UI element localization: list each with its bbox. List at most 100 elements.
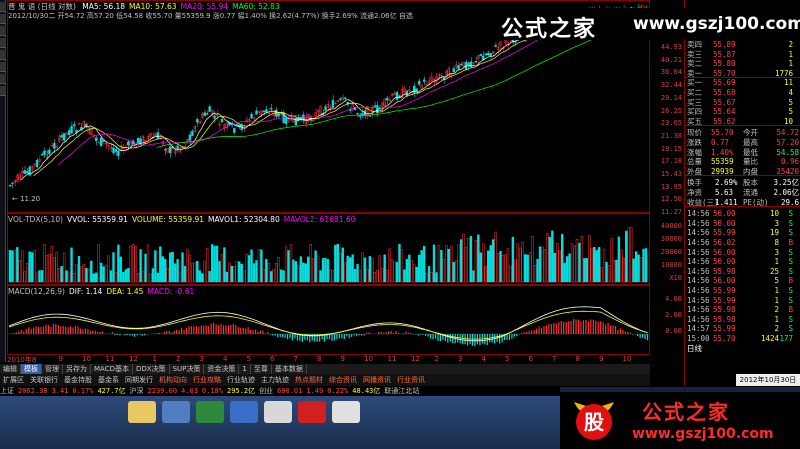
volume-panel[interactable]: VOL-TDX(5,10) VVOL: 55359.91 VOLUME: 55359… [7,213,650,285]
tick-price: 56.00 [713,276,736,286]
indicator-label: VOLUME: 55359.91 [131,215,205,224]
stat-value: 54.58 [776,147,799,157]
tick-row: 14:56 56.00 10 S [685,209,800,218]
ask-volume: 2 [788,40,793,49]
quote-panel: 卖四 55.89 2 卖三 55.87 1 卖二 55.80 1 卖一 55.70 1776 买一 55.… [684,0,800,386]
tick-row: 14:56 55.98 2 B [685,305,800,314]
chart-area[interactable]: 晋 鬼 语 (日线 对数) MA5: 56.18 MA10: 57.63 MA20:… [7,0,650,362]
info-tab-item[interactable]: 综合资讯 [326,374,360,386]
tick-row: 14:57 55.99 2 S [685,324,800,333]
ma-label: MA20: 55.94 [180,2,229,11]
info-tab-item[interactable]: 热点题材 [292,374,326,386]
tick-price: 55.98 [713,266,736,276]
tick-row: 15:00 55.70 1424 177 [685,334,800,343]
axis-tick-label: 29.14 [660,93,682,102]
macd-panel[interactable]: MACD(12,26,9) DIF: 1.14 DEA: 1.45 MACD: -0.… [7,285,650,355]
indicator-label: MAVOL2: 61681.60 [283,215,356,224]
watermark-brand: 公式之家 [501,17,598,42]
tick-time: 14:56 [687,276,710,286]
tick-time: 14:56 [687,314,710,324]
info-tab-item[interactable]: 行业轨迹 [224,374,258,386]
shield-icon[interactable] [230,401,258,423]
tick-volume: 5 [774,276,779,286]
ticker-item: 48.43亿 [352,387,381,395]
taskbar-icons [0,396,560,449]
extra-label: 流通 [743,188,758,197]
indicator-label: MACD(12,26,9) [8,287,65,296]
axis-tick-label: X10 [669,274,682,282]
tab-item[interactable]: 1 [239,364,251,374]
axis-tick-label: 36.04 [660,68,682,77]
stock-terminal-window: 晋 鬼 语 (日线 对数) MA5: 56.18 MA10: 57.63 MA20:… [0,0,800,449]
date-tick: 4 [481,355,486,363]
info-tab-item[interactable]: 基金持股 [61,374,95,386]
tab-item[interactable]: 至尊 [251,364,272,374]
tab-item[interactable]: DDX决策 [133,364,170,374]
stat-label: 最高 [743,138,758,147]
tick-flag: 177 [779,334,793,343]
bid-row: 买一 55.69 11 [685,78,800,87]
info-tab-item[interactable]: 扩展区 [0,374,27,386]
info-tab-item[interactable]: 行业资讯 [394,374,428,386]
toolbar-button[interactable] [0,14,6,24]
tab-item[interactable]: 模板 [21,364,42,374]
tick-price: 56.02 [713,238,736,247]
folder-icon[interactable] [128,401,156,423]
ask-label: 卖二 [687,59,702,69]
tab-item[interactable]: 资金决策 [204,364,240,374]
date-tick: 11 [387,355,397,363]
notepad-icon[interactable] [332,401,360,423]
tab-item[interactable]: 管理 [42,364,63,374]
info-tab-item[interactable]: 关联银行 [27,374,61,386]
volume-bars [8,226,649,283]
stock-app-icon[interactable] [298,401,326,423]
toolbar-button[interactable] [0,26,6,36]
extra-value: 3.25亿 [773,178,799,188]
ticker-item: 2062.38 [18,387,48,395]
tab-item[interactable]: MACD基本 [91,364,133,374]
stat-label: 今开 [743,128,758,138]
tab-item[interactable]: 另存为 [63,364,91,374]
tick-volume: 1424 [760,334,779,343]
document-icon[interactable] [264,401,292,423]
stat-row: 涨幅 1.40% 最低 54.58 [685,148,800,157]
excel-icon[interactable] [196,401,224,423]
macd-axis: 4.00 2.00 0.00 [650,285,684,355]
tab-item[interactable]: SUP决策 [170,364,205,374]
tab-item[interactable]: 基本数据 [272,364,307,374]
tick-time: 14:56 [687,209,710,219]
ask-price: 55.87 [713,49,736,59]
toolbar-button[interactable] [0,62,6,72]
info-tab-item[interactable]: 同期发行 [122,374,156,386]
toolbar-button[interactable] [0,74,6,84]
tick-row: 14:56 56.02 8 B [685,238,800,247]
stat-label: 最低 [743,147,758,157]
info-tab-item[interactable]: 机构动向 [156,374,190,386]
logo-char: 股 [584,410,604,434]
info-tab-item[interactable]: 主力轨迹 [258,374,292,386]
info-tab-item[interactable]: 网播资讯 [360,374,394,386]
toolbar-button[interactable] [0,50,6,60]
bull-logo-icon: 股 [574,402,614,440]
info-tab-item[interactable]: 基金系 [95,374,122,386]
tick-price: 56.00 [713,209,736,219]
tick-time: 14:56 [687,305,710,315]
ticker-item: 沪深 [129,387,144,395]
toolbar-button[interactable] [0,38,6,48]
tick-time: 15:00 [687,334,710,343]
toolbar-button[interactable] [0,86,6,96]
axis-tick-label: 21.38 [660,131,682,140]
extra-label: 股本 [743,178,758,188]
tab-item[interactable]: 编辑 [0,364,21,374]
ask-price: 55.80 [713,59,736,69]
info-tab-row: 扩展区 关联银行 基金持股 基金系 同期发行 机构动向 行业攻略 行业轨迹 主力轨迹 热点题材 综合… [0,374,650,386]
info-tab-item[interactable]: 行业攻略 [190,374,224,386]
ticker-item: 0.18% [201,387,223,395]
toolbar-button[interactable] [0,2,6,12]
tick-flag: S [788,314,793,324]
tick-time: 14:56 [687,286,710,295]
browser-icon[interactable] [162,401,190,423]
stat-row: 总量 55359 量比 0.96 [685,157,800,166]
stat-label: 总量 [687,157,702,167]
ticker-item: 2239.00 [147,387,178,395]
